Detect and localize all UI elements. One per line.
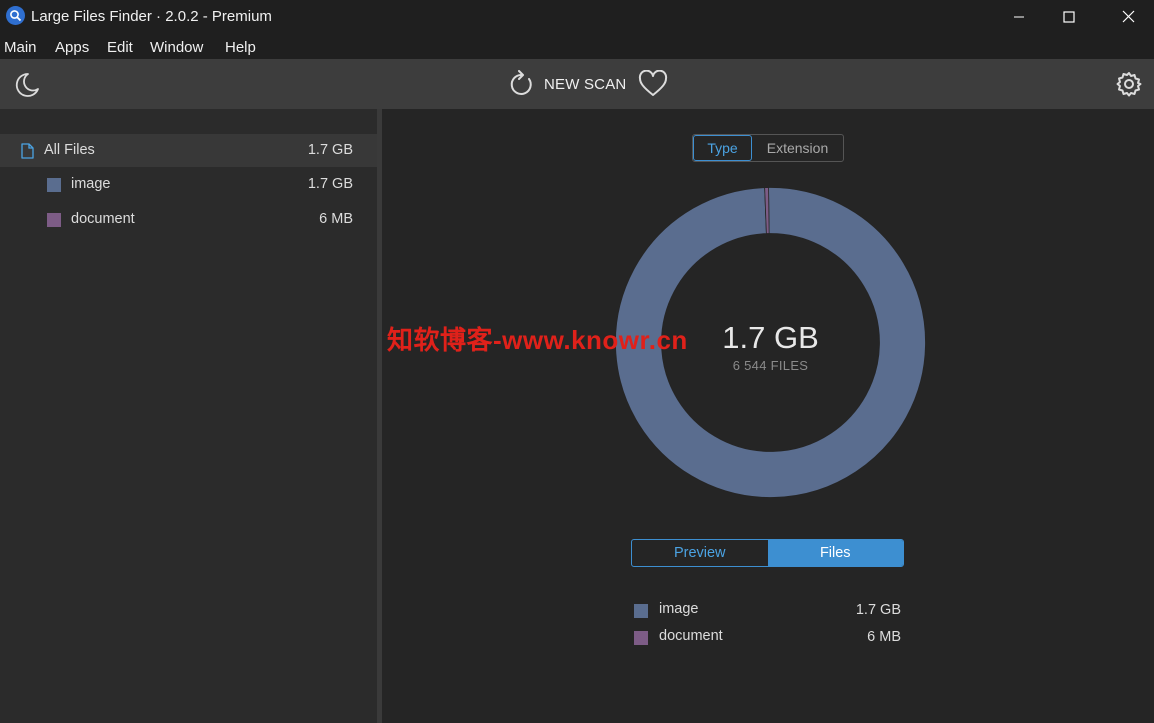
legend-label: image <box>659 601 699 617</box>
tab-files[interactable]: Files <box>767 540 903 566</box>
tab-preview[interactable]: Preview <box>632 540 768 566</box>
menu-main[interactable]: Main <box>4 39 37 56</box>
tree-item-size: 1.7 GB <box>307 176 353 192</box>
file-icon <box>21 143 34 159</box>
group-by-toggle: Type Extension <box>692 134 844 162</box>
minimize-button[interactable] <box>994 0 1044 33</box>
gear-icon <box>1116 72 1142 97</box>
menu-edit[interactable]: Edit <box>107 39 133 56</box>
main-panel: Type Extension 1.7 GB 6 544 FILES Previe… <box>382 109 1154 723</box>
menu-window[interactable]: Window <box>150 39 203 56</box>
legend-size: 1.7 GB <box>855 602 901 618</box>
minimize-icon <box>1014 16 1024 17</box>
image-color-swatch <box>47 178 61 192</box>
tree-item-size: 1.7 GB <box>307 142 353 158</box>
title-bar: Large Files Finder · 2.0.2 - Premium <box>0 0 1154 33</box>
maximize-button[interactable] <box>1044 0 1094 33</box>
moon-icon <box>15 73 39 97</box>
tab-type[interactable]: Type <box>693 135 752 161</box>
settings-button[interactable] <box>1116 71 1142 102</box>
maximize-icon <box>1063 10 1075 23</box>
favorite-button[interactable] <box>638 69 668 103</box>
refresh-icon <box>510 70 532 95</box>
magnifier-icon <box>6 6 25 25</box>
legend-item-document[interactable]: document 6 MB <box>631 625 903 649</box>
tab-extension[interactable]: Extension <box>752 135 843 161</box>
tree-item-label: image <box>71 176 111 192</box>
legend-item-image[interactable]: image 1.7 GB <box>631 598 903 622</box>
close-button[interactable] <box>1103 0 1153 33</box>
tree-item-label: All Files <box>44 142 95 158</box>
legend-size: 6 MB <box>867 629 901 645</box>
tree-item-label: document <box>71 211 135 227</box>
theme-toggle-button[interactable] <box>13 71 41 104</box>
image-color-swatch <box>634 604 648 618</box>
tree-item-size: 6 MB <box>319 211 353 227</box>
menu-bar: Main Apps Edit Window Help <box>0 33 1154 59</box>
menu-apps[interactable]: Apps <box>55 39 89 56</box>
legend-label: document <box>659 628 723 644</box>
document-color-swatch <box>47 213 61 227</box>
tree-item-document[interactable]: document 6 MB <box>0 203 377 236</box>
close-icon <box>1122 10 1134 23</box>
view-mode-toggle: Preview Files <box>631 539 904 567</box>
tree-item-image[interactable]: image 1.7 GB <box>0 168 377 201</box>
window-title: Large Files Finder · 2.0.2 - Premium <box>31 8 272 25</box>
heart-icon <box>638 69 668 96</box>
total-files-count: 6 544 FILES <box>732 358 809 373</box>
sidebar: All Files 1.7 GB image 1.7 GB document 6… <box>0 109 377 723</box>
new-scan-button[interactable]: NEW SCAN <box>509 70 626 98</box>
new-scan-label: NEW SCAN <box>544 75 627 93</box>
tree-item-all-files[interactable]: All Files 1.7 GB <box>0 134 377 167</box>
watermark-text: 知软博客-www.knowr.cn <box>387 325 688 355</box>
menu-help[interactable]: Help <box>225 39 256 56</box>
toolbar: NEW SCAN <box>0 59 1154 109</box>
document-color-swatch <box>634 631 648 645</box>
